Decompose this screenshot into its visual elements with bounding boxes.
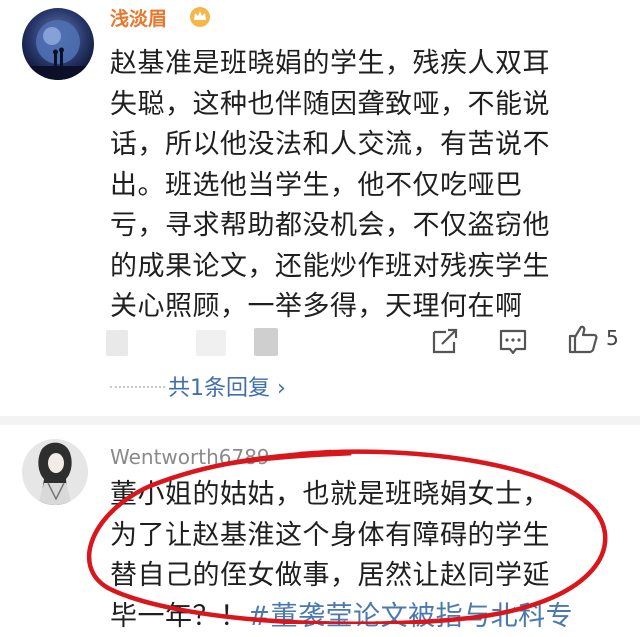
- text-line: 董小姐的姑姑，也就是班晓娟女士，: [110, 475, 615, 516]
- text-line: 为了让赵基淮这个身体有障碍的学生: [110, 516, 615, 557]
- comment-1: 浅淡眉 赵基准是班晓娟的学生，残疾人双耳 失聪，这种也伴随因聋致哑，不能说 话，…: [0, 0, 640, 416]
- divider-dotted: [110, 386, 165, 388]
- comment-body: 赵基准是班晓娟的学生，残疾人双耳 失聪，这种也伴随因聋致哑，不能说 话，所以他没…: [110, 44, 615, 328]
- text-line: 亏，寻求帮助都没机会，不仅盗窃他: [110, 206, 615, 247]
- text-line: 的成果论文，还能炒作班对残疾学生: [110, 247, 615, 288]
- username[interactable]: 浅淡眉: [110, 4, 167, 31]
- blurred-location: [196, 330, 226, 356]
- user-avatar[interactable]: [22, 8, 94, 80]
- like-count: 5: [606, 326, 619, 350]
- like-icon[interactable]: [566, 322, 600, 356]
- text-line: 出。班选他当学生，他不仅吃哑巴: [110, 166, 615, 207]
- comment-2: Wentworth6789 董小姐的姑姑，也就是班晓娟女士， 为了让赵基淮这个身…: [0, 425, 640, 624]
- blurred-location: [254, 328, 278, 356]
- view-replies-link[interactable]: 共1条回复 ›: [168, 370, 286, 402]
- text-line: 赵基准是班晓娟的学生，残疾人双耳: [110, 44, 615, 85]
- text-fragment: 毕一年？！: [110, 601, 248, 632]
- comment-icon[interactable]: [496, 324, 530, 358]
- text-line: 话，所以他没法和人交流，有苦说不: [110, 125, 615, 166]
- text-line: 关心照顾，一举多得，天理何在啊: [110, 287, 615, 328]
- text-line: 替自己的侄女做事，居然让赵同学延: [110, 556, 615, 597]
- text-line: 毕一年？！#董袭莹论文被指与北科专: [110, 597, 615, 637]
- share-icon[interactable]: [428, 324, 462, 358]
- crown-vip-icon: [188, 4, 212, 28]
- topic-hashtag-link[interactable]: #董袭莹论文被指与北科专: [248, 601, 574, 632]
- comment-body: 董小姐的姑姑，也就是班晓娟女士， 为了让赵基淮这个身体有障碍的学生 替自己的侄女…: [110, 475, 615, 637]
- username[interactable]: Wentworth6789: [110, 445, 270, 469]
- user-avatar[interactable]: [22, 439, 88, 505]
- section-divider: [0, 416, 640, 425]
- text-line: 失聪，这种也伴随因聋致哑，不能说: [110, 85, 615, 126]
- blurred-timestamp: [106, 330, 128, 356]
